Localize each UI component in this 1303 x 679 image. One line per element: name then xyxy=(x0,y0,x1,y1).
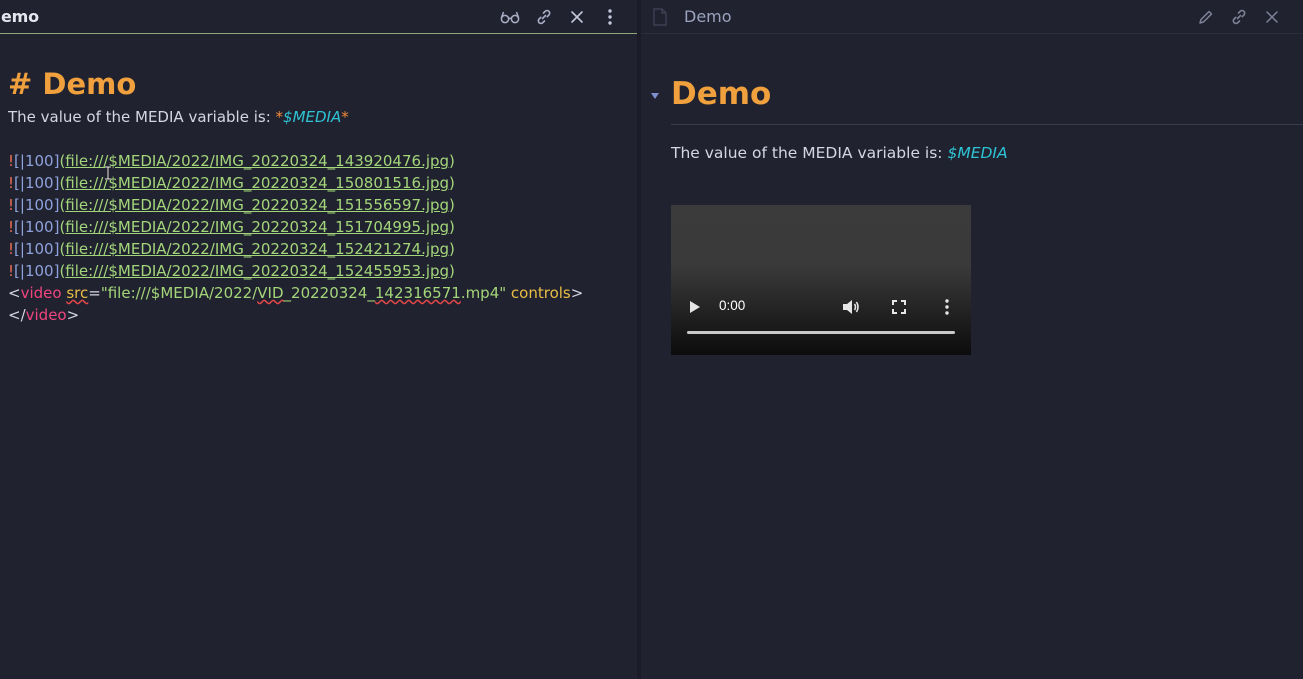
tag-name: video xyxy=(20,284,62,302)
source-image-embed: ![|100](file:///$MEDIA/2022/IMG_20220324… xyxy=(8,238,633,260)
video-player[interactable]: 0:00 xyxy=(671,205,971,355)
preview-paragraph: The value of the MEDIA variable is: $MED… xyxy=(671,142,1008,164)
preview-pane: Demo Demo The value of the MEDIA variabl… xyxy=(641,0,1303,679)
emphasis-marker: * xyxy=(341,108,349,126)
source-paragraph-text: The value of the MEDIA variable is: xyxy=(8,108,276,126)
tag-bracket: > xyxy=(66,306,80,324)
text-cursor-icon xyxy=(105,166,111,180)
close-icon[interactable] xyxy=(566,6,588,28)
alias-size: 100 xyxy=(24,196,54,214)
source-image-embed: ![|100](file:///$MEDIA/2022/IMG_20220324… xyxy=(8,216,633,238)
attr-value-part: .mp4 xyxy=(460,284,500,302)
link-paren: ) xyxy=(449,240,455,258)
video-progress-track[interactable] xyxy=(687,331,955,334)
image-url-link[interactable]: file:///$MEDIA/2022/IMG_20220324_1524212… xyxy=(65,240,449,258)
attr-value-part: _20220324_ xyxy=(283,284,375,302)
video-time: 0:00 xyxy=(719,298,746,313)
attr-equals: = xyxy=(88,284,101,302)
source-heading: # Demo xyxy=(8,67,137,101)
image-url-link[interactable]: file:///$MEDIA/2022/IMG_20220324_1508015… xyxy=(65,174,449,192)
link-paren: ) xyxy=(449,262,455,280)
image-url-link[interactable]: file:///$MEDIA/2022/IMG_20220324_1517049… xyxy=(65,218,449,236)
tag-bracket: < xyxy=(8,284,21,302)
alias-size: 100 xyxy=(24,174,54,192)
attr-name: src xyxy=(66,284,89,302)
link-icon[interactable] xyxy=(533,6,555,28)
link-paren: ) xyxy=(449,152,455,170)
source-image-embed: ![|100](file:///$MEDIA/2022/IMG_20220324… xyxy=(8,172,633,194)
volume-icon[interactable] xyxy=(842,299,860,315)
alias-size: 100 xyxy=(24,152,54,170)
source-image-embed: ![|100](file:///$MEDIA/2022/IMG_20220324… xyxy=(8,194,633,216)
image-url-link[interactable]: file:///$MEDIA/2022/IMG_20220324_1515565… xyxy=(65,196,449,214)
source-variable: $MEDIA xyxy=(283,108,342,126)
app-window: emo # Demo The value of the MEDIA variab… xyxy=(0,0,1303,679)
preview-pane-header: Demo xyxy=(641,0,1303,34)
pencil-icon[interactable] xyxy=(1195,6,1217,28)
image-url-link[interactable]: file:///$MEDIA/2022/IMG_20220324_1439204… xyxy=(65,152,449,170)
editor-pane-title[interactable]: emo xyxy=(1,7,39,26)
preview-variable: $MEDIA xyxy=(947,144,1008,162)
source-image-embed: ![|100](file:///$MEDIA/2022/IMG_20220324… xyxy=(8,260,633,282)
attr-value-part: 142316571 xyxy=(374,284,461,302)
collapse-heading-icon[interactable] xyxy=(650,91,660,101)
preview-pane-title[interactable]: Demo xyxy=(684,7,732,26)
tag-bracket: </ xyxy=(8,306,26,324)
tag-bracket: > xyxy=(570,284,584,302)
reading-glasses-icon[interactable] xyxy=(499,6,521,28)
source-image-embed: ![|100](file:///$MEDIA/2022/IMG_20220324… xyxy=(8,150,633,172)
attr-value-part: VID xyxy=(257,284,284,302)
preview-paragraph-text: The value of the MEDIA variable is: xyxy=(671,144,948,162)
link-paren: ) xyxy=(449,174,455,192)
video-more-icon[interactable] xyxy=(945,299,949,315)
source-paragraph: The value of the MEDIA variable is: *$ME… xyxy=(8,106,633,128)
close-icon[interactable] xyxy=(1261,6,1283,28)
image-url-link[interactable]: file:///$MEDIA/2022/IMG_20220324_1524559… xyxy=(65,262,449,280)
source-video-tag: <video src="file:///$MEDIA/2022/VID_2022… xyxy=(8,282,633,304)
preview-heading: Demo xyxy=(671,76,772,112)
source-video-close-tag: </video> xyxy=(8,304,633,326)
tag-name: video xyxy=(25,306,67,324)
heading-underline xyxy=(671,124,1303,125)
emphasis-marker: * xyxy=(275,108,284,126)
markdown-source-editor[interactable]: # Demo The value of the MEDIA variable i… xyxy=(8,64,633,326)
link-paren: ) xyxy=(449,196,455,214)
alias-size: 100 xyxy=(24,218,54,236)
editor-pane-header: emo xyxy=(0,0,637,34)
alias-size: 100 xyxy=(24,262,54,280)
file-icon xyxy=(649,6,671,28)
editor-pane: emo # Demo The value of the MEDIA variab… xyxy=(0,0,637,679)
attr-quote: " xyxy=(100,284,108,302)
play-icon[interactable] xyxy=(689,300,701,314)
attr-value-part: file:///$MEDIA/2022/ xyxy=(107,284,258,302)
link-icon[interactable] xyxy=(1228,6,1250,28)
more-vertical-icon[interactable] xyxy=(599,6,621,28)
attr-controls: controls xyxy=(506,284,571,302)
fullscreen-icon[interactable] xyxy=(892,300,906,314)
alias-size: 100 xyxy=(24,240,54,258)
link-paren: ) xyxy=(449,218,455,236)
